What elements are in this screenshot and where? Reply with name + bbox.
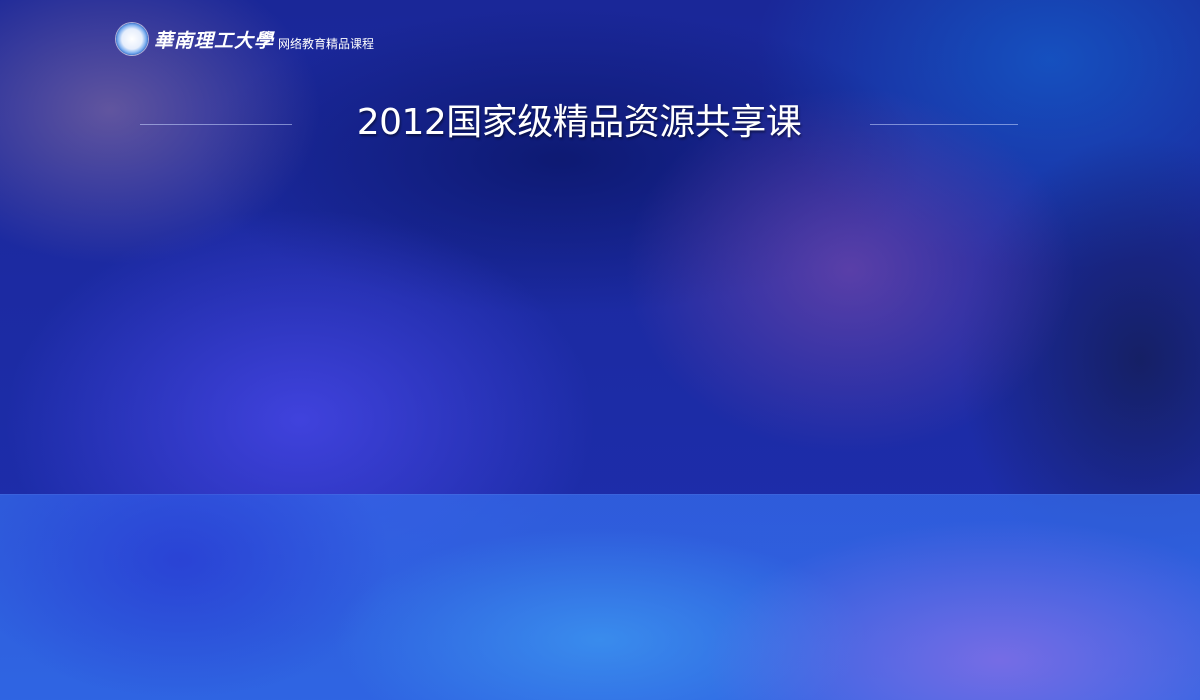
university-seal-icon — [116, 23, 148, 55]
course-subtitle: 网络教育精品课程 — [278, 36, 375, 51]
page-title: 2012国家级精品资源共享课 — [356, 102, 802, 143]
background-floor — [0, 494, 1200, 700]
title-row: 2012国家级精品资源共享课 — [140, 98, 1018, 150]
title-divider-right — [870, 124, 1018, 125]
header-logo: 華南理工大學 网络教育精品课程 — [116, 22, 374, 56]
horizon-line — [0, 494, 1200, 495]
university-name: 華南理工大學 — [154, 29, 275, 52]
